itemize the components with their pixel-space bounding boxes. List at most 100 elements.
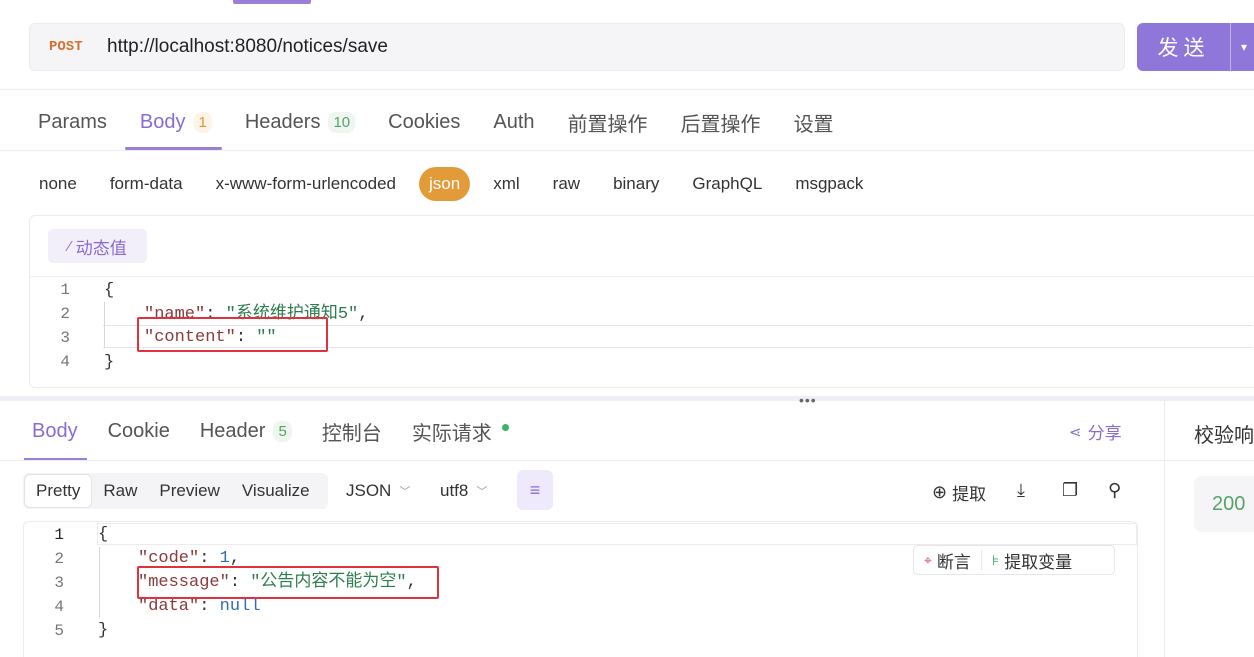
target-icon: ⌖ [924,551,932,568]
view-pretty[interactable]: Pretty [24,474,93,508]
json-brace: { [98,525,109,544]
format-select[interactable]: JSON ﹀ [346,481,410,501]
code-line: { [98,523,108,547]
assert-button[interactable]: ⌖ 断言 [914,548,981,573]
body-type-msgpack[interactable]: msgpack [795,167,863,201]
json-brace: } [98,621,109,640]
active-line-highlight [97,523,1137,545]
copy-icon: ❐ [1062,480,1079,500]
body-type-form-data[interactable]: form-data [110,167,183,201]
body-type-raw[interactable]: raw [553,167,580,201]
request-body-editor[interactable] [29,215,1254,388]
view-mode-group: Pretty Raw Preview Visualize [23,473,328,509]
tab-label: Body [32,419,78,442]
body-type-selector: none form-data x-www-form-urlencoded jso… [39,167,896,201]
view-preview[interactable]: Preview [148,473,230,509]
body-type-none[interactable]: none [39,167,77,201]
chevron-down-icon: ﹀ [476,486,488,498]
http-method[interactable]: POST [49,39,107,55]
download-icon: ⤓ [1017,480,1025,500]
body-type-xml[interactable]: xml [493,167,519,201]
divider [0,150,1254,151]
json-brace: { [104,281,115,300]
tab-label: Header [199,419,266,442]
tab-label: Params [38,110,107,133]
tab-post-operations[interactable]: 后置操作 [681,106,761,138]
status-code: 200 [1212,493,1246,515]
line-number: 1 [54,526,64,544]
highlight-box [137,317,328,352]
request-tabs: Params Body 1 Headers 10 Cookies Auth 前置操作… [38,106,867,138]
tab-badge: 10 [328,111,356,133]
chevron-down-icon: ﹀ [399,486,411,498]
download-button[interactable]: ⤓ [1017,480,1030,501]
tab-label: 控制台 [321,422,382,445]
body-type-graphql[interactable]: GraphQL [692,167,762,201]
status-dot [501,423,509,431]
line-number: 2 [60,305,70,323]
verify-response-title: 校验响 [1194,425,1254,447]
line-number: 5 [54,622,64,640]
divider [0,460,1164,461]
tab-headers[interactable]: Headers 10 [245,106,356,138]
body-type-urlencoded[interactable]: x-www-form-urlencoded [216,167,396,201]
extract-variable-label: 提取变量 [1004,552,1073,572]
divider [1165,460,1254,461]
body-type-binary[interactable]: binary [613,167,659,201]
body-type-json[interactable]: json [419,167,471,201]
tab-response-body[interactable]: Body [32,415,78,447]
view-raw[interactable]: Raw [92,473,148,509]
tab-auth[interactable]: Auth [493,106,534,138]
top-tab-indicator [233,0,311,4]
json-brace: } [104,353,115,372]
view-visualize[interactable]: Visualize [231,473,321,509]
panel-splitter[interactable] [0,396,1254,401]
code-line: } [98,619,108,643]
magic-wand-icon: ⁄ [68,237,71,255]
tab-settings[interactable]: 设置 [794,106,834,138]
drag-handle-icon[interactable]: ••• [799,392,817,408]
dynamic-value-button[interactable]: ⁄ 动态值 [48,229,147,263]
tab-pre-operations[interactable]: 前置操作 [568,106,648,138]
search-button[interactable]: ⚲ [1108,480,1126,501]
format-select-value: JSON [346,481,392,500]
send-button-label: 发送 [1157,37,1210,60]
dynamic-value-label: 动态值 [75,238,127,258]
tab-label: Cookies [388,110,461,133]
extract-variable-button[interactable]: ⊧ 提取变量 [982,548,1082,573]
tab-actual-request[interactable]: 实际请求 [412,415,509,447]
code-line: } [104,351,114,375]
tab-label: Auth [493,110,535,133]
tab-params[interactable]: Params [38,106,107,138]
divider [0,89,1254,90]
tab-console[interactable]: 控制台 [322,415,382,447]
tab-response-cookie[interactable]: Cookie [108,415,170,447]
url-bar[interactable]: POST http://localhost:8080/notices/save [29,23,1125,71]
tab-response-header[interactable]: Header 5 [200,415,292,447]
encoding-select-value: utf8 [440,481,469,500]
word-wrap-button[interactable]: ≡ [517,470,553,510]
url-input[interactable]: http://localhost:8080/notices/save [107,36,388,58]
response-tabs: Body Cookie Header 5 控制台 实际请求 [32,415,539,447]
share-icon: ⋖ [1069,423,1082,441]
tab-body[interactable]: Body 1 [140,106,212,138]
json-value: null [219,597,261,616]
divider [30,276,1254,277]
wrap-icon: ≡ [529,479,541,500]
share-label: 分享 [1087,424,1122,443]
encoding-select[interactable]: utf8 ﹀ [440,481,487,501]
line-number: 3 [60,329,70,347]
extract-label: 提取 [952,485,987,504]
tab-label: 设置 [793,113,834,136]
line-number: 3 [54,574,64,592]
extract-button[interactable]: ⊕ 提取 [932,480,986,505]
tab-label: 前置操作 [567,113,648,136]
send-button[interactable]: 发送 ▾ [1137,23,1254,71]
tab-cookies[interactable]: Cookies [388,106,460,138]
chevron-down-icon[interactable]: ▾ [1241,40,1247,54]
line-number: 2 [54,550,64,568]
share-button[interactable]: ⋖ 分享 [1069,419,1122,444]
copy-button[interactable]: ❐ [1062,480,1083,501]
line-number: 1 [60,281,70,299]
tab-label: 实际请求 [411,422,492,445]
